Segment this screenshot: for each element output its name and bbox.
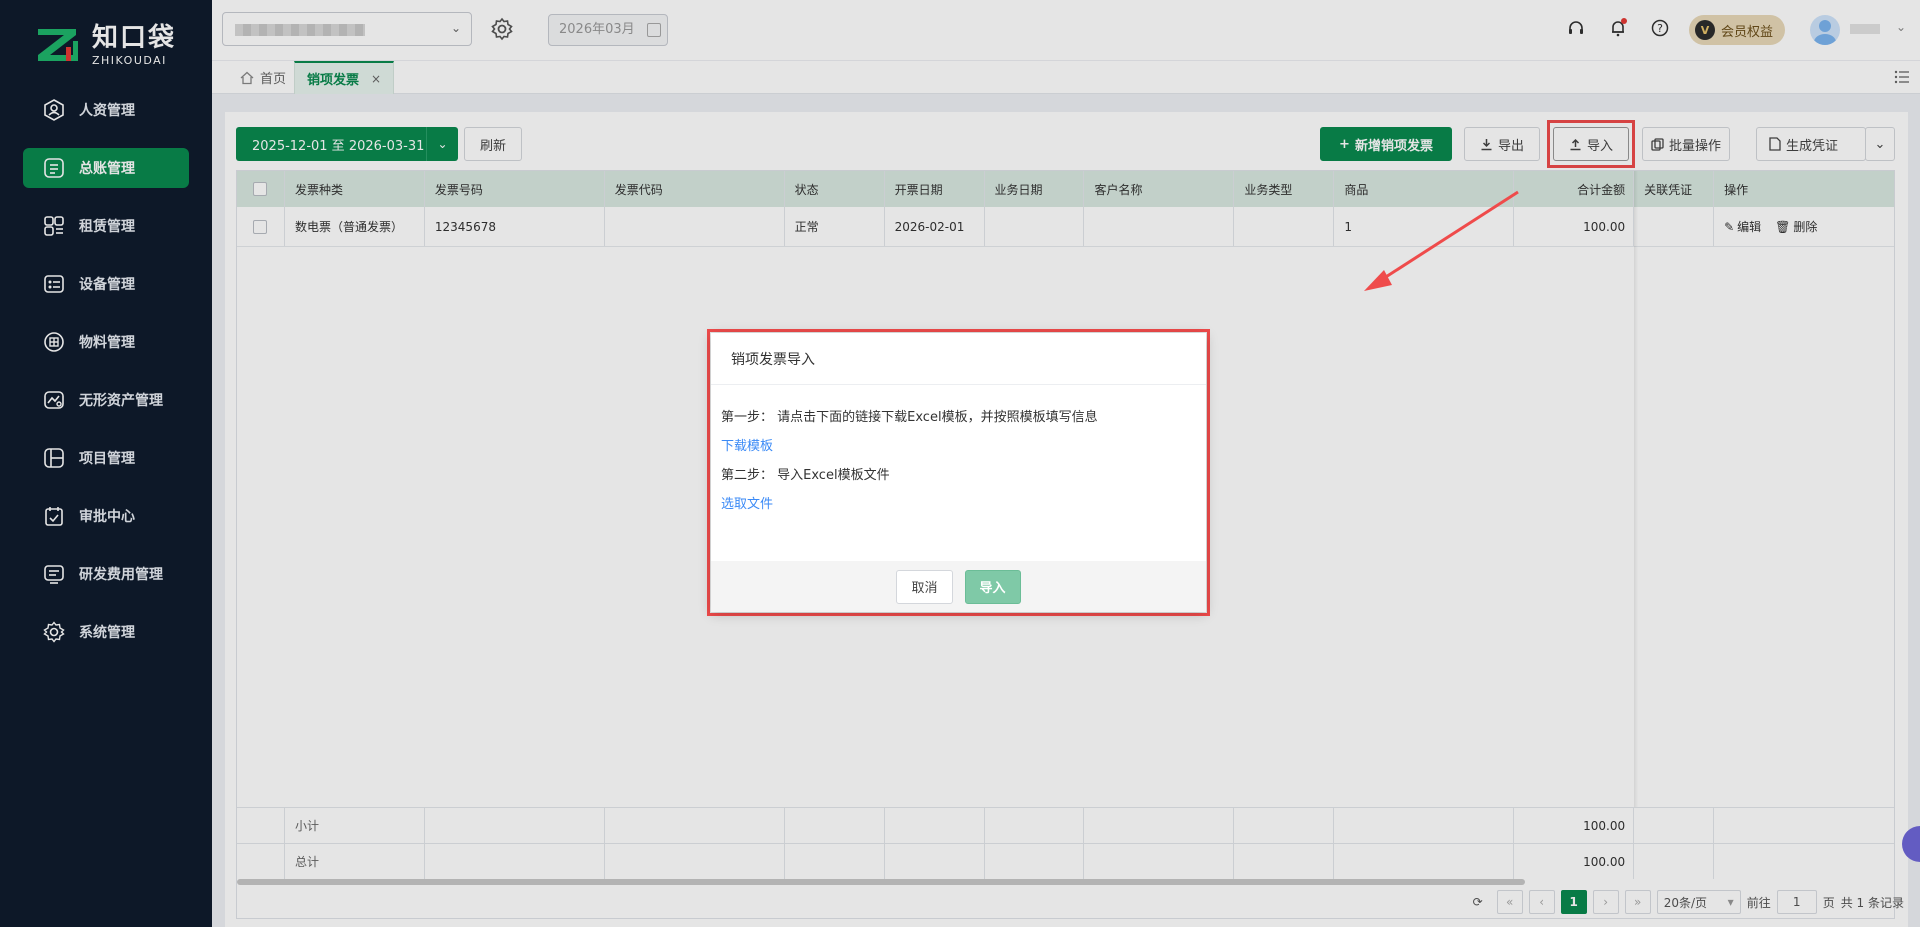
confirm-import-button[interactable]: 导入: [964, 569, 1021, 604]
cancel-button[interactable]: 取消: [896, 569, 953, 604]
dialog-title: 销项发票导入: [711, 333, 1206, 385]
choose-file-link[interactable]: 选取文件: [721, 490, 1196, 519]
step-2-text: 第二步： 导入Excel模板文件: [721, 468, 890, 483]
dialog-body: 第一步： 请点击下面的链接下载Excel模板，并按照模板填写信息 下载模板 第二…: [711, 385, 1206, 519]
download-template-link[interactable]: 下载模板: [721, 432, 1196, 461]
step-1-text: 第一步： 请点击下面的链接下载Excel模板，并按照模板填写信息: [721, 410, 1098, 425]
dialog-footer: 取消 导入: [711, 561, 1206, 612]
import-dialog: 销项发票导入 第一步： 请点击下面的链接下载Excel模板，并按照模板填写信息 …: [711, 333, 1206, 612]
